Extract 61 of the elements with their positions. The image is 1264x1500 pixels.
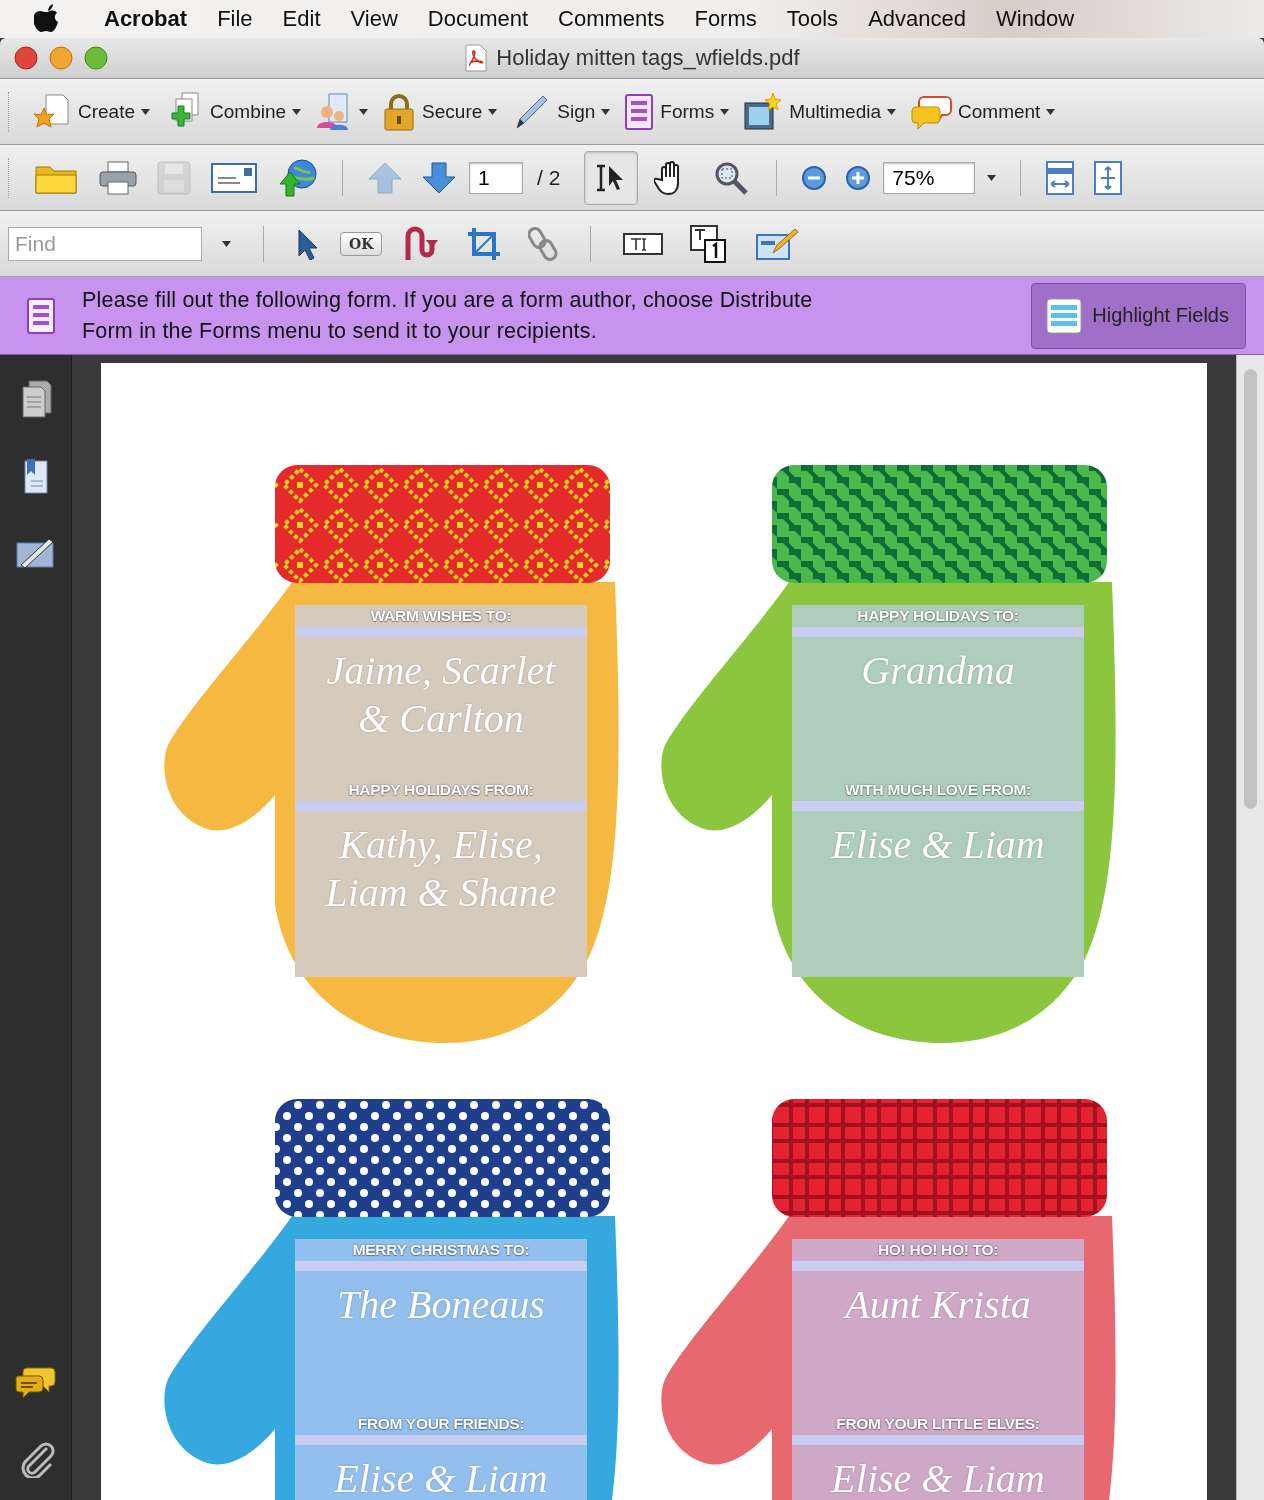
- menu-item[interactable]: View: [350, 6, 398, 32]
- caret-icon: [720, 108, 730, 115]
- toolbar-button[interactable]: Forms: [620, 88, 734, 135]
- globe-arrow-icon[interactable]: [276, 157, 318, 198]
- menu-item[interactable]: Comments: [558, 6, 665, 32]
- minus-circle-icon: [801, 164, 828, 191]
- text-field-icon: [623, 231, 664, 256]
- scrollbar[interactable]: [1236, 355, 1264, 1500]
- minimize-button[interactable]: [49, 46, 73, 70]
- caret-icon: [887, 108, 896, 115]
- toolbar-button[interactable]: Sign: [507, 87, 615, 136]
- zoom-field[interactable]: 75%: [883, 161, 976, 194]
- chain-link-icon: [528, 225, 559, 262]
- toolbar-button[interactable]: Secure: [378, 87, 502, 136]
- toolbar-button[interactable]: Combine: [160, 86, 306, 137]
- zoom-button[interactable]: [84, 46, 108, 70]
- envelope-icon[interactable]: [210, 161, 258, 194]
- window-title: Holiday mitten tags_wfields.pdf: [496, 45, 800, 71]
- find-field[interactable]: Find: [8, 226, 202, 261]
- crop-icon: [466, 225, 503, 262]
- form-pencil-icon: [755, 226, 800, 261]
- menu-item[interactable]: Edit: [282, 6, 321, 32]
- menu-item[interactable]: Tools: [786, 6, 839, 32]
- padlock-icon: [382, 91, 417, 132]
- caret-icon: [359, 108, 369, 115]
- page-number-field[interactable]: 1: [469, 161, 523, 194]
- arrow-down-icon[interactable]: [421, 160, 457, 195]
- form-icon: [624, 92, 655, 131]
- highlight-fields-icon: [1046, 297, 1083, 334]
- menu-item[interactable]: Advanced: [868, 6, 966, 32]
- caret-icon: [141, 108, 151, 115]
- close-button[interactable]: [14, 46, 38, 70]
- toolbar-button[interactable]: Create: [28, 87, 155, 136]
- printer-icon[interactable]: [98, 159, 138, 196]
- menu-item[interactable]: Window: [996, 6, 1075, 32]
- caret-icon: [488, 108, 498, 115]
- form-notice-message: Please fill out the following form. If you are a form author, choose Distribute Form in the Forms menu to send it to your recipients.: [82, 286, 814, 345]
- caret-icon: [601, 108, 611, 115]
- menu-item[interactable]: Forms: [694, 6, 757, 32]
- form-icon: [26, 296, 56, 335]
- toolbar-button[interactable]: Multimedia: [739, 86, 900, 137]
- page-count: / 2: [537, 165, 561, 190]
- menu-item[interactable]: File: [217, 6, 253, 32]
- fit-width-icon: [1045, 159, 1076, 196]
- caret-icon: [222, 240, 231, 247]
- menu-item[interactable]: Acrobat: [104, 6, 188, 32]
- toolbar-button[interactable]: Comment: [906, 88, 1060, 135]
- speech-bubbles-icon: [14, 1366, 57, 1400]
- menu-item[interactable]: Document: [427, 6, 529, 32]
- highlight-fields-button[interactable]: Highlight Fields: [1031, 282, 1246, 349]
- arrow-pointer-icon: [296, 227, 320, 260]
- film-star-icon: [743, 90, 784, 133]
- comments-button[interactable]: [14, 1366, 57, 1400]
- fit-page-icon: [1093, 159, 1124, 196]
- pdf-file-icon: [464, 44, 489, 72]
- plus-circle-icon: [845, 164, 872, 191]
- button-tool[interactable]: OK: [340, 231, 383, 256]
- tool-button[interactable]: [584, 150, 639, 205]
- caret-icon: [987, 174, 997, 181]
- caret-icon: [292, 108, 302, 115]
- caret-icon: [1046, 108, 1056, 115]
